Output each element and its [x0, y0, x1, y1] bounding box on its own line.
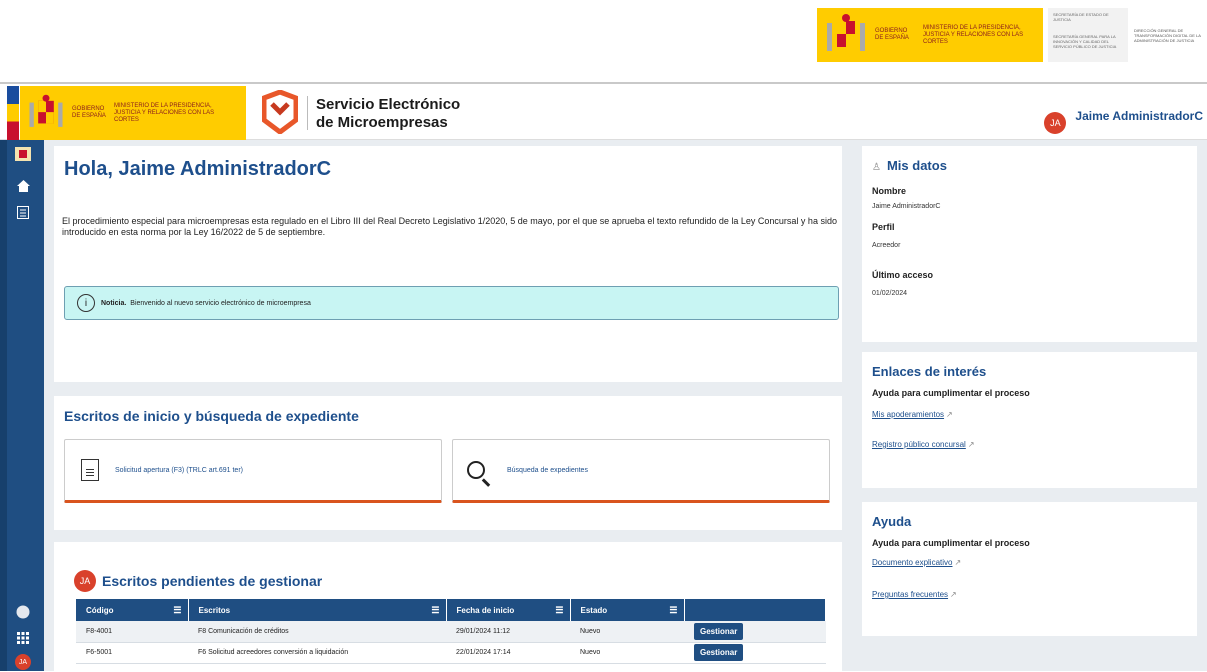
external-link-icon: ↗ — [946, 410, 953, 419]
solicitud-apertura-label: Solicitud apertura (F3) (TRLC art.691 te… — [115, 466, 243, 474]
pendientes-title: Escritos pendientes de gestionar — [102, 573, 323, 589]
mis-datos-title: ♙ Mis datos — [872, 158, 947, 173]
external-link-icon: ↗ — [954, 558, 962, 567]
cell-action: Gestionar — [684, 642, 826, 664]
notice-label: Noticia. — [101, 299, 127, 307]
column-header-actions — [684, 599, 826, 621]
header-ministerio-text: MINISTERIO DE LA PRESIDENCIA, JUSTICIA Y… — [114, 102, 215, 123]
documento-explicativo-link[interactable]: Documento explicativo ↗ — [872, 558, 961, 567]
top-logo-strip: GOBIERNO DE ESPAÑA MINISTERIO DE LA PRES… — [0, 0, 1207, 78]
user-menu[interactable]: JA Jaime AdministradorC — [1044, 98, 1203, 134]
app-header: GOBIERNO DE ESPAÑA MINISTERIO DE LA PRES… — [0, 82, 1207, 140]
header-gobierno-text: GOBIERNO DE ESPAÑA — [72, 106, 106, 119]
ayuda-title: Ayuda — [872, 514, 912, 529]
cell-estado: Nuevo — [570, 621, 684, 643]
perfil-label: Perfil — [872, 222, 895, 232]
cell-fecha: 29/01/2024 11:12 — [446, 621, 570, 643]
home-icon[interactable] — [13, 176, 33, 196]
pendientes-avatar: JA — [74, 570, 96, 592]
pendientes-card: JA Escritos pendientes de gestionar Códi… — [54, 542, 842, 671]
ultimo-acceso-label: Último acceso — [872, 270, 934, 280]
filter-icon[interactable]: ☰ — [555, 605, 563, 616]
cell-escrito: F8 Comunicación de créditos — [188, 621, 446, 643]
registro-concursal-link[interactable]: Registro público concursal ↗ — [872, 440, 975, 449]
apps-grid-icon[interactable] — [13, 628, 33, 648]
external-link-icon: ↗ — [967, 440, 975, 449]
column-header-escritos[interactable]: Escritos ☰ — [188, 599, 447, 621]
info-icon: i — [77, 294, 95, 312]
cell-fecha: 22/01/2024 17:14 — [446, 642, 570, 664]
flag-stripe — [7, 86, 19, 140]
coat-of-arms-icon — [29, 94, 63, 127]
sidebar-avatar-initials[interactable]: JA — [15, 654, 31, 670]
user-name[interactable]: Jaime AdministradorC — [1075, 109, 1203, 123]
pendientes-header: JA Escritos pendientes de gestionar — [74, 570, 322, 592]
table-row: F6-5001 F6 Solicitud acreedores conversi… — [76, 642, 826, 664]
secretaria-logo: SECRETARÍA DE ESTADO DE JUSTICIA SECRETA… — [1048, 8, 1128, 62]
preguntas-frecuentes-link[interactable]: Preguntas frecuentes ↗ — [872, 590, 957, 599]
ayuda-card: Ayuda Ayuda para cumplimentar el proceso… — [862, 502, 1197, 636]
solicitud-apertura-tile[interactable]: Solicitud apertura (F3) (TRLC art.691 te… — [64, 439, 442, 503]
escritos-inicio-card: Escritos de inicio y búsqueda de expedie… — [54, 396, 842, 530]
globe-icon[interactable] — [13, 602, 33, 622]
sidebar: JA — [0, 140, 44, 671]
welcome-title: Hola, Jaime AdministradorC — [64, 158, 332, 180]
notice-banner: i Noticia. Bienvenido al nuevo servicio … — [64, 286, 839, 320]
user-avatar[interactable]: JA — [1044, 112, 1067, 134]
perfil-value: Acreedor — [872, 242, 901, 249]
direccion-general-text: DIRECCIÓN GENERAL DE TRANSFORMACIÓN DIGI… — [1134, 28, 1201, 43]
pendientes-table: Código ☰ Escritos ☰ Fecha de inicio ☰ Estad… — [76, 599, 826, 664]
filter-icon[interactable]: ☰ — [431, 605, 439, 616]
table-row: F8-4001 F8 Comunicación de créditos 29/0… — [76, 621, 826, 643]
user-icon: ♙ — [872, 162, 881, 173]
busqueda-expedientes-label: Búsqueda de expedientes — [507, 466, 588, 474]
welcome-intro: El procedimiento especial para microempr… — [62, 216, 837, 237]
ministerio-text: MINISTERIO DE LA PRESIDENCIA, JUSTICIA Y… — [923, 24, 1024, 45]
notice-text: Bienvenido al nuevo servicio electrónico… — [130, 299, 311, 307]
cell-estado: Nuevo — [570, 642, 684, 664]
column-header-estado[interactable]: Estado ☰ — [570, 599, 685, 621]
app-title: Servicio Electrónico de Microempresas — [316, 96, 460, 132]
filter-icon[interactable]: ☰ — [669, 605, 677, 616]
enlaces-subtitle: Ayuda para cumplimentar el proceso — [872, 388, 1030, 398]
microempresas-logo-icon[interactable] — [262, 90, 298, 134]
escritos-inicio-title: Escritos de inicio y búsqueda de expedie… — [64, 408, 359, 424]
app-title-line1: Servicio Electrónico — [316, 96, 461, 113]
enlaces-card: Enlaces de interés Ayuda para cumpliment… — [862, 352, 1197, 488]
secretaria-general-text: SECRETARÍA GENERAL PARA LA INNOVACIÓN Y … — [1053, 34, 1117, 49]
secretaria-estado-text: SECRETARÍA DE ESTADO DE JUSTICIA — [1053, 12, 1109, 22]
filter-icon[interactable]: ☰ — [173, 605, 181, 616]
mis-datos-card: ♙ Mis datos Nombre Jaime AdministradorC P… — [862, 146, 1197, 342]
escudo-icon[interactable] — [13, 144, 33, 164]
header-divider — [307, 96, 308, 130]
enlaces-title: Enlaces de interés — [872, 364, 987, 379]
main-content: Hola, Jaime AdministradorC El procedimie… — [44, 140, 1207, 671]
gestionar-button[interactable]: Gestionar — [694, 644, 744, 661]
busqueda-expedientes-tile[interactable]: Búsqueda de expedientes — [452, 439, 830, 503]
ultimo-acceso-value: 01/02/2024 — [872, 290, 908, 297]
gobierno-text: GOBIERNO DE ESPAÑA — [875, 28, 909, 41]
gobierno-logo: GOBIERNO DE ESPAÑA MINISTERIO DE LA PRES… — [817, 8, 1043, 62]
ayuda-subtitle: Ayuda para cumplimentar el proceso — [872, 538, 1030, 548]
coat-of-arms-icon — [827, 14, 865, 51]
mis-apoderamientos-link[interactable]: Mis apoderamientos ↗ — [872, 410, 953, 419]
cell-codigo: F8-4001 — [76, 621, 188, 643]
nombre-label: Nombre — [872, 186, 907, 196]
header-gobierno-logo[interactable]: GOBIERNO DE ESPAÑA MINISTERIO DE LA PRES… — [20, 86, 246, 140]
search-icon — [467, 461, 485, 479]
document-icon — [81, 459, 99, 481]
welcome-card: Hola, Jaime AdministradorC El procedimie… — [54, 146, 842, 382]
sidebar-user-avatar[interactable]: JA — [13, 652, 33, 672]
gestionar-button[interactable]: Gestionar — [694, 622, 744, 640]
external-link-icon: ↗ — [950, 590, 957, 599]
cell-escrito: F6 Solicitud acreedores conversión a liq… — [188, 642, 446, 664]
column-header-fecha[interactable]: Fecha de inicio ☰ — [446, 599, 571, 621]
nombre-value: Jaime AdministradorC — [872, 203, 941, 210]
document-list-icon[interactable] — [13, 202, 33, 222]
cell-action: Gestionar — [684, 621, 826, 643]
app-title-line2: de Microempresas — [316, 114, 448, 131]
table-header-row: Código ☰ Escritos ☰ Fecha de inicio ☰ Estad… — [76, 599, 826, 621]
cell-codigo: F6-5001 — [76, 642, 188, 664]
column-header-codigo[interactable]: Código ☰ — [76, 599, 189, 621]
